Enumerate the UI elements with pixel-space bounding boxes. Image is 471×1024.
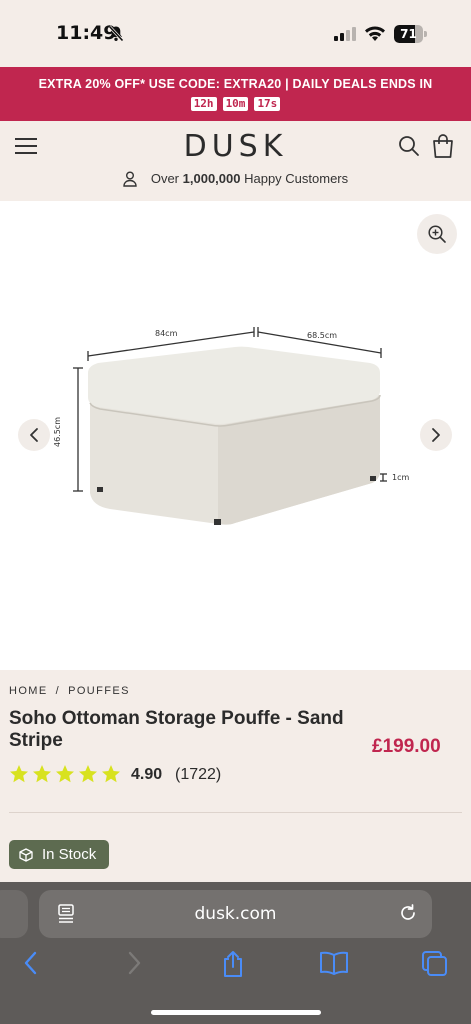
stock-label: In Stock xyxy=(42,846,97,863)
next-image-button[interactable] xyxy=(420,419,452,451)
dimension-depth: 68.5cm xyxy=(307,331,338,340)
timer-hours: 12h xyxy=(190,97,217,111)
dimension-leg: 1cm xyxy=(392,473,410,482)
previous-image-button[interactable] xyxy=(18,419,50,451)
cellular-signal-icon xyxy=(334,27,356,41)
previous-tab-preview[interactable] xyxy=(0,890,28,938)
timer-minutes: 10m xyxy=(222,97,249,111)
bookmarks-icon[interactable] xyxy=(319,950,349,976)
share-icon[interactable] xyxy=(221,950,245,978)
dimension-height: 46.5cm xyxy=(53,416,62,447)
home-indicator[interactable] xyxy=(151,1010,321,1015)
review-count[interactable]: (1722) xyxy=(175,766,221,784)
timer-seconds: 17s xyxy=(254,97,281,111)
chevron-left-icon xyxy=(30,428,38,442)
zoom-button[interactable] xyxy=(417,214,457,254)
rating-value: 4.90 xyxy=(131,766,163,783)
breadcrumb-home[interactable]: HOME xyxy=(9,685,48,697)
zoom-in-icon xyxy=(428,225,446,243)
silent-bell-icon xyxy=(108,25,124,42)
divider xyxy=(9,812,462,813)
address-bar[interactable]: dusk.com xyxy=(39,890,432,938)
shopping-bag-icon[interactable] xyxy=(431,133,455,159)
browser-toolbar: dusk.com xyxy=(0,882,471,1024)
product-price: £199.00 xyxy=(372,736,441,757)
product-image-gallery[interactable]: 84cm 68.5cm 46.5cm 1cm xyxy=(0,201,471,670)
star-icon xyxy=(79,765,97,783)
search-icon[interactable] xyxy=(398,135,420,157)
star-icon xyxy=(102,765,120,783)
star-icon xyxy=(10,765,28,783)
browser-nav xyxy=(0,950,471,980)
reload-icon[interactable] xyxy=(398,903,418,923)
promo-text: EXTRA 20% OFF* USE CODE: EXTRA20 | DAILY… xyxy=(38,77,433,91)
dimension-width: 84cm xyxy=(155,329,178,338)
star-rating[interactable] xyxy=(9,764,124,784)
stock-badge: In Stock xyxy=(9,840,110,869)
star-icon xyxy=(33,765,51,783)
breadcrumb: HOME / POUFFES xyxy=(9,685,130,697)
wifi-icon xyxy=(365,26,385,41)
url-text: dusk.com xyxy=(194,904,277,924)
product-title: Soho Ottoman Storage Pouffe - Sand Strip… xyxy=(9,708,344,751)
customers-suffix: Happy Customers xyxy=(240,171,349,186)
box-icon xyxy=(19,847,33,862)
back-arrow-icon[interactable] xyxy=(22,950,40,976)
site-header: DUSK xyxy=(0,121,471,171)
star-icon xyxy=(56,765,74,783)
forward-arrow-icon[interactable] xyxy=(125,950,143,976)
product-info: HOME / POUFFES Soho Ottoman Storage Pouffe… xyxy=(0,670,471,882)
chevron-right-icon xyxy=(432,428,440,442)
breadcrumb-pouffes[interactable]: POUFFES xyxy=(68,685,130,697)
battery-indicator: 71 xyxy=(394,25,428,43)
person-icon xyxy=(123,171,137,187)
ottoman-product-image xyxy=(73,327,387,525)
countdown-timer: 12h 10m 17s xyxy=(0,97,471,111)
status-bar: 11:49 71 xyxy=(0,0,471,67)
battery-level: 71 xyxy=(400,27,417,41)
customers-count: 1,000,000 xyxy=(182,171,241,186)
tabs-icon[interactable] xyxy=(421,950,449,976)
promo-banner[interactable]: EXTRA 20% OFF* USE CODE: EXTRA20 | DAILY… xyxy=(0,67,471,121)
customers-prefix: Over xyxy=(150,171,183,186)
social-proof-bar: Over 1,000,000 Happy Customers xyxy=(0,171,471,201)
